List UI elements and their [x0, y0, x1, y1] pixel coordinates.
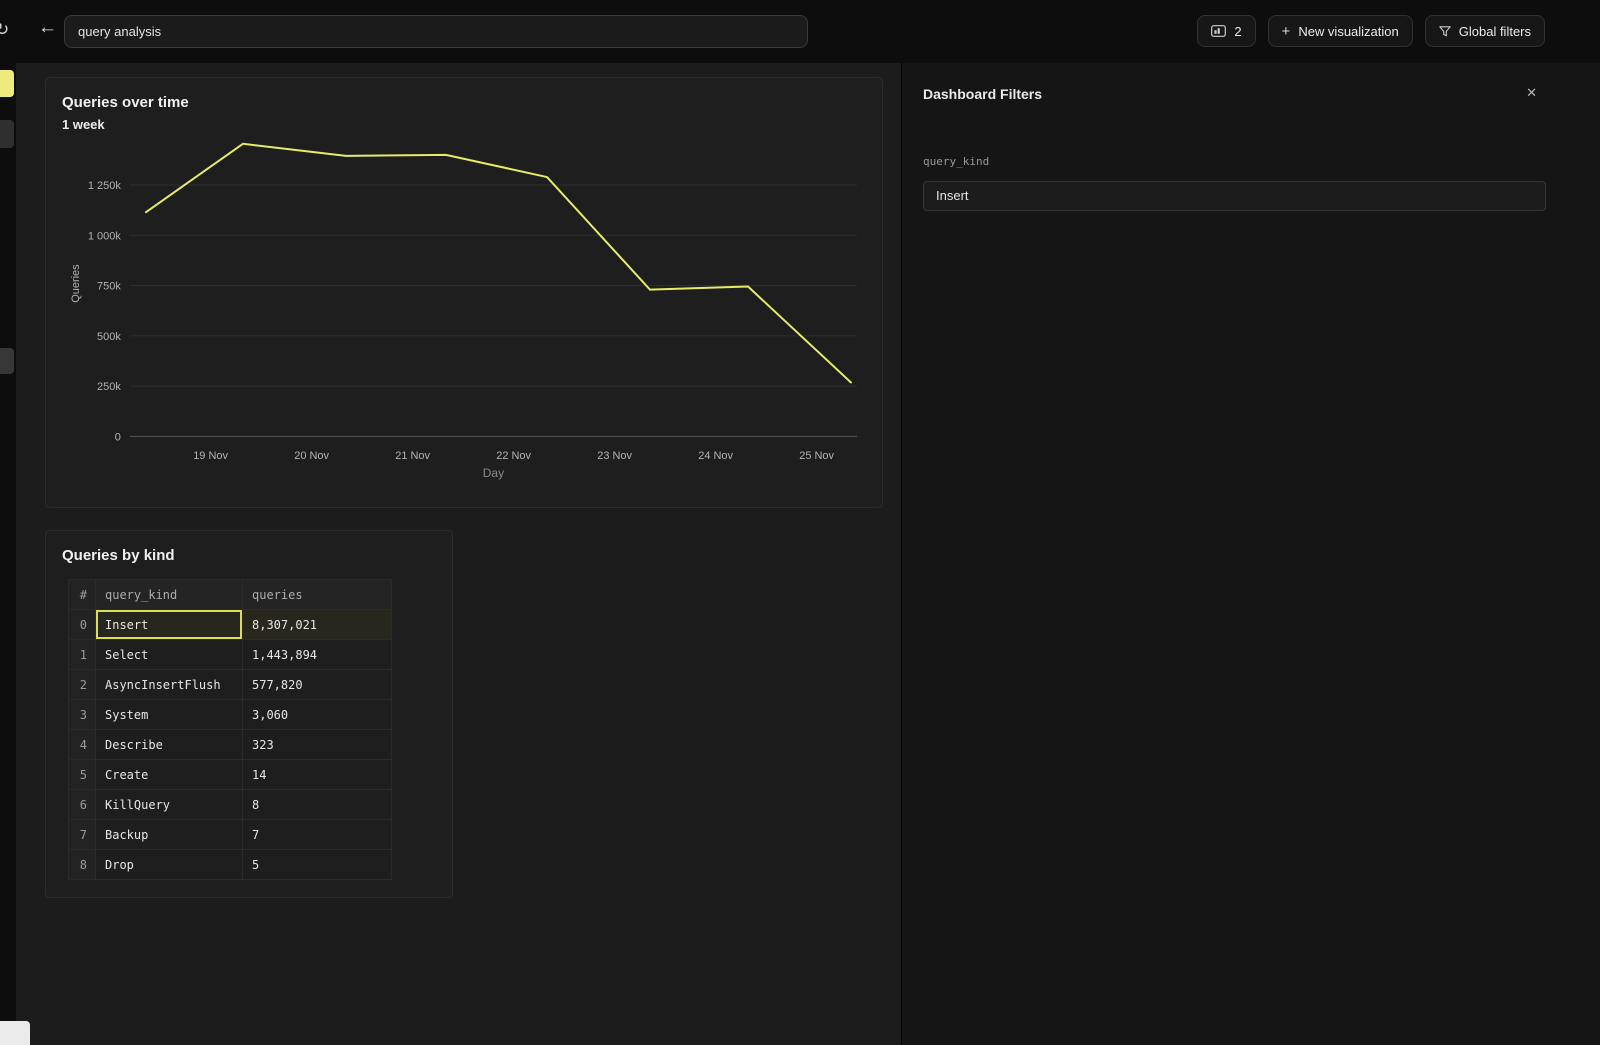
table-cell-queries[interactable]: 5 — [243, 850, 392, 880]
new-visualization-label: New visualization — [1298, 24, 1398, 39]
column-header-query_kind: query_kind — [96, 580, 243, 610]
row-index: 0 — [69, 610, 96, 640]
table-cell-query_kind[interactable]: System — [96, 700, 243, 730]
visualization-count: 2 — [1234, 24, 1241, 39]
app-root: ← 2 + New visualization Global filters — [0, 0, 1600, 1045]
table-cell-queries[interactable]: 8 — [243, 790, 392, 820]
visualization-icon — [1211, 25, 1226, 37]
row-index: 3 — [69, 700, 96, 730]
y-tick-label: 1 000k — [88, 230, 121, 242]
table-row: 7Backup7 — [69, 820, 392, 850]
table-cell-query_kind[interactable]: Select — [96, 640, 243, 670]
y-axis-title: Queries — [70, 264, 82, 303]
topbar-actions: 2 + New visualization Global filters — [1197, 15, 1545, 47]
column-header-queries: queries — [243, 580, 392, 610]
refresh-icon[interactable]: ↻ — [0, 20, 9, 40]
queries-line-chart: 0 250k 500k 750k 1 000k 1 250k 19 Nov 20 Nov 21 … — [46, 78, 882, 507]
new-visualization-button[interactable]: + New visualization — [1268, 15, 1413, 47]
table-cell-query_kind[interactable]: Insert — [96, 610, 243, 640]
global-filters-button[interactable]: Global filters — [1425, 15, 1545, 47]
row-index: 4 — [69, 730, 96, 760]
table-cell-query_kind[interactable]: KillQuery — [96, 790, 243, 820]
rail-item[interactable] — [0, 120, 14, 148]
table-cell-queries[interactable]: 577,820 — [243, 670, 392, 700]
table-cell-queries[interactable]: 14 — [243, 760, 392, 790]
x-axis-title: Day — [483, 466, 504, 480]
series-line-Queries — [146, 144, 851, 383]
row-index: 5 — [69, 760, 96, 790]
filter-field-input[interactable]: Insert — [923, 181, 1546, 211]
table-card-queries-by-kind: Queries by kind #query_kindqueries 0Inse… — [45, 530, 453, 898]
table-cell-query_kind[interactable]: Describe — [96, 730, 243, 760]
filters-panel-title: Dashboard Filters — [923, 86, 1042, 102]
global-filters-label: Global filters — [1459, 24, 1531, 39]
table-cell-query_kind[interactable]: Create — [96, 760, 243, 790]
y-tick-label: 750k — [97, 281, 121, 293]
back-button[interactable]: ← — [38, 18, 57, 37]
table-row: 8Drop5 — [69, 850, 392, 880]
bottom-left-light-block — [0, 1021, 30, 1045]
table-title: Queries by kind — [62, 547, 175, 564]
x-tick-label: 22 Nov — [496, 450, 531, 462]
left-rail: ↻ — [0, 0, 16, 1045]
row-index: 8 — [69, 850, 96, 880]
table-cell-query_kind[interactable]: Backup — [96, 820, 243, 850]
dashboard-canvas: Queries over time 1 week 0250k500k750k1 … — [16, 63, 901, 1045]
table-cell-query_kind[interactable]: Drop — [96, 850, 243, 880]
table-row: 6KillQuery8 — [69, 790, 392, 820]
table-cell-queries[interactable]: 8,307,021 — [243, 610, 392, 640]
row-index: 2 — [69, 670, 96, 700]
table-cell-queries[interactable]: 7 — [243, 820, 392, 850]
plus-icon: + — [1282, 24, 1291, 39]
filter-funnel-icon — [1439, 26, 1451, 37]
table-cell-queries[interactable]: 3,060 — [243, 700, 392, 730]
x-tick-label: 19 Nov — [193, 450, 228, 462]
table-cell-query_kind[interactable]: AsyncInsertFlush — [96, 670, 243, 700]
table-cell-queries[interactable]: 323 — [243, 730, 392, 760]
dashboard-filters-panel: Dashboard Filters ✕ query_kind Insert — [901, 63, 1600, 1045]
dashboard-title-input[interactable] — [64, 15, 808, 48]
queries-by-kind-table: #query_kindqueries 0Insert8,307,0211Sele… — [68, 579, 392, 880]
table-row: 2AsyncInsertFlush577,820 — [69, 670, 392, 700]
y-tick-label: 0 — [115, 431, 121, 443]
row-index: 1 — [69, 640, 96, 670]
visualization-count-button[interactable]: 2 — [1197, 15, 1255, 47]
x-tick-label: 25 Nov — [799, 450, 834, 462]
table-row: 4Describe323 — [69, 730, 392, 760]
close-icon[interactable]: ✕ — [1526, 86, 1537, 99]
table-header-row: #query_kindqueries — [69, 580, 392, 610]
y-tick-label: 500k — [97, 331, 121, 343]
x-tick-label: 24 Nov — [698, 450, 733, 462]
y-tick-label: 250k — [97, 381, 121, 393]
rail-item[interactable] — [0, 348, 14, 374]
chart-card-queries-over-time: Queries over time 1 week 0250k500k750k1 … — [45, 77, 883, 508]
y-tick-label: 1 250k — [88, 180, 121, 192]
x-tick-label: 21 Nov — [395, 450, 430, 462]
table-row: 1Select1,443,894 — [69, 640, 392, 670]
table-cell-queries[interactable]: 1,443,894 — [243, 640, 392, 670]
rail-item-active[interactable] — [0, 70, 14, 97]
table-row: 3System3,060 — [69, 700, 392, 730]
filter-field-label: query_kind — [923, 155, 989, 168]
x-tick-label: 23 Nov — [597, 450, 632, 462]
table-row: 0Insert8,307,021 — [69, 610, 392, 640]
column-header-index: # — [69, 580, 96, 610]
table-row: 5Create14 — [69, 760, 392, 790]
topbar: ← 2 + New visualization Global filters — [0, 0, 1600, 63]
row-index: 7 — [69, 820, 96, 850]
x-tick-label: 20 Nov — [294, 450, 329, 462]
row-index: 6 — [69, 790, 96, 820]
